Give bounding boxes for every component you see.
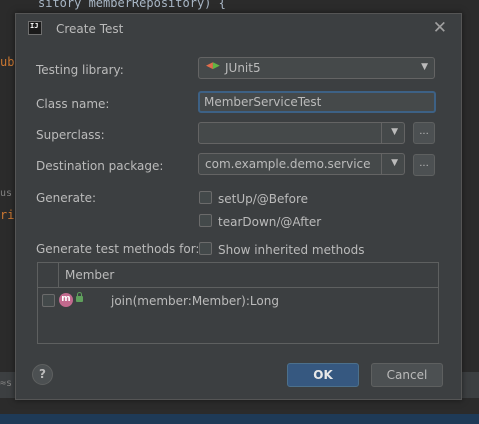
chevron-down-icon: ▼ (391, 127, 398, 137)
setup-checkbox[interactable] (199, 191, 212, 204)
method-signature: join(member:Member):Long (111, 294, 279, 308)
destination-package-dropdown[interactable]: com.example.demo.service ▼ (198, 153, 405, 175)
destination-browse-button[interactable]: ... (413, 154, 435, 176)
method-checkbox[interactable] (42, 294, 55, 307)
destination-package-value: com.example.demo.service (205, 157, 371, 171)
setup-label: setUp/@Before (218, 192, 309, 206)
table-row[interactable]: m join(member:Member):Long (38, 290, 438, 312)
teardown-checkbox[interactable] (199, 214, 212, 227)
testing-library-value: JUnit5 (225, 61, 261, 75)
method-icon: m (59, 293, 73, 307)
status-hint: ≈s (0, 378, 13, 389)
cancel-button[interactable]: Cancel (371, 363, 443, 387)
show-inherited-checkbox[interactable] (199, 242, 212, 255)
destination-package-label: Destination package: (36, 159, 164, 173)
intellij-icon: IJ (28, 21, 42, 35)
testing-library-dropdown[interactable]: ◀▶ JUnit5 ▼ (198, 57, 435, 79)
ok-button[interactable]: OK (287, 363, 359, 387)
combo-separator (381, 123, 382, 143)
lock-icon (76, 292, 83, 302)
generate-label: Generate: (36, 191, 97, 205)
teardown-label: tearDown/@After (218, 215, 322, 229)
methods-table: Member m join(member:Member):Long (37, 262, 439, 344)
dialog-title: Create Test (56, 22, 124, 36)
class-name-label: Class name: (36, 97, 110, 111)
combo-separator (381, 154, 382, 174)
status-bar (0, 414, 479, 424)
superclass-browse-button[interactable]: ... (413, 122, 435, 144)
testing-library-label: Testing library: (36, 63, 124, 77)
table-header: Member (38, 263, 438, 288)
junit-icon: ◀▶ (206, 61, 220, 71)
class-name-input[interactable] (198, 91, 436, 113)
editor-code-top: sitory memberRepository) { (38, 0, 226, 10)
create-test-dialog: IJ Create Test ✕ Testing library: ◀▶ JUn… (15, 13, 462, 400)
methods-label: Generate test methods for: (36, 242, 200, 256)
show-inherited-label: Show inherited methods (218, 243, 365, 257)
editor-code-us: us (0, 188, 13, 199)
dialog-titlebar: IJ Create Test ✕ (16, 14, 461, 44)
superclass-label: Superclass: (36, 128, 105, 142)
column-divider (58, 263, 59, 287)
editor-code-ri: ri (0, 208, 15, 222)
member-column-header: Member (65, 268, 115, 282)
superclass-dropdown[interactable]: ▼ (198, 122, 405, 144)
help-button[interactable]: ? (32, 364, 53, 385)
chevron-down-icon: ▼ (391, 158, 398, 168)
close-icon[interactable]: ✕ (433, 18, 447, 38)
chevron-down-icon: ▼ (421, 62, 428, 72)
